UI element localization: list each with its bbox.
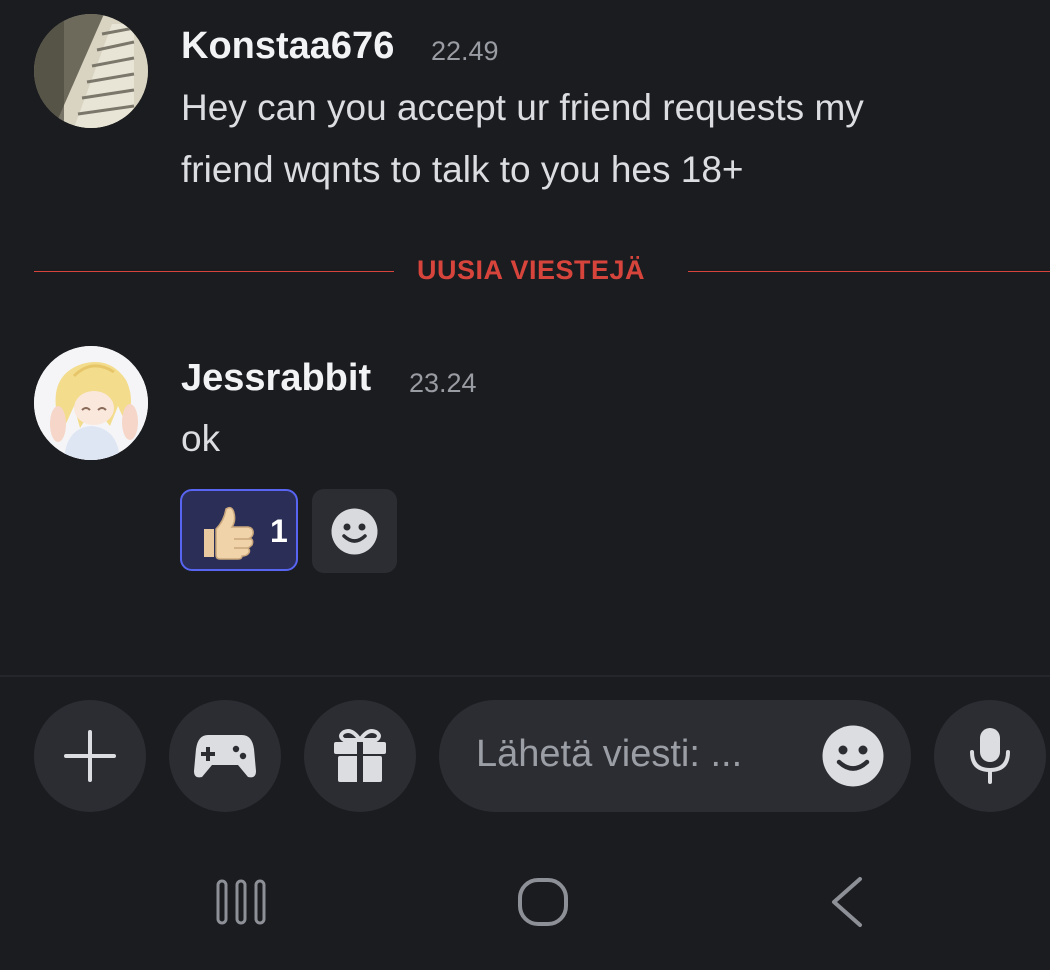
attach-button[interactable] bbox=[34, 700, 146, 812]
voice-message-button[interactable] bbox=[934, 700, 1046, 812]
plus-icon bbox=[64, 730, 116, 782]
message-text: Hey can you accept ur friend requests my… bbox=[181, 77, 1021, 201]
author-name[interactable]: Konstaa676 bbox=[181, 25, 394, 68]
message-input-placeholder: Lähetä viesti: ... bbox=[476, 733, 743, 775]
emoji-icon[interactable] bbox=[822, 725, 884, 787]
avatar[interactable] bbox=[34, 346, 148, 460]
message-line: Hey can you accept ur friend requests my bbox=[181, 87, 864, 128]
recent-apps-icon[interactable] bbox=[215, 878, 267, 926]
microphone-icon bbox=[970, 728, 1010, 784]
gamepad-icon bbox=[194, 735, 256, 778]
anime-bunny-girl-avatar-icon bbox=[34, 346, 148, 460]
avatar[interactable] bbox=[34, 14, 148, 128]
composer-divider bbox=[0, 675, 1050, 677]
reaction-thumbs-up[interactable]: 1 bbox=[180, 489, 298, 571]
building-photo-avatar-icon bbox=[34, 14, 148, 128]
gift-icon bbox=[334, 729, 386, 782]
reaction-count: 1 bbox=[270, 513, 288, 549]
home-icon[interactable] bbox=[517, 877, 569, 927]
emoji-icon bbox=[331, 508, 378, 555]
add-reaction-button[interactable] bbox=[312, 489, 397, 573]
thumbs-up-icon bbox=[204, 506, 254, 560]
activities-button[interactable] bbox=[169, 700, 281, 812]
message-line: friend wqnts to talk to you hes 18+ bbox=[181, 149, 744, 190]
message-text: ok bbox=[181, 418, 221, 459]
divider-line-right bbox=[688, 271, 1050, 272]
back-icon[interactable] bbox=[826, 876, 866, 928]
message-input[interactable]: Lähetä viesti: ... bbox=[439, 700, 911, 812]
author-name[interactable]: Jessrabbit bbox=[181, 357, 371, 400]
gift-button[interactable] bbox=[304, 700, 416, 812]
new-messages-divider: UUSIA VIESTEJÄ bbox=[417, 255, 646, 285]
timestamp: 23.24 bbox=[409, 368, 477, 398]
divider-line-left bbox=[34, 271, 394, 272]
timestamp: 22.49 bbox=[431, 36, 499, 66]
